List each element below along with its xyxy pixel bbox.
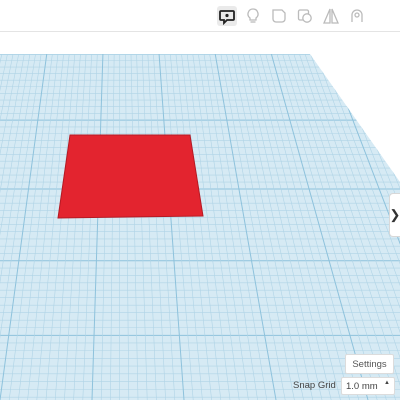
settings-button[interactable]: Settings [345,354,394,374]
snap-grid-label: Snap Grid [293,380,336,391]
note-shape-icon [272,9,286,23]
snap-grid-control: Snap Grid 1.0 mm ▲ [291,377,400,397]
group-shapes-tool-button[interactable] [295,6,315,26]
group-shapes-icon [297,9,312,23]
light-bulb-icon [247,8,259,23]
toolbar [0,0,400,32]
snap-grid-value: 1.0 mm [346,381,378,392]
hole-shape-icon [351,9,363,22]
comment-note-icon [219,10,235,25]
note-shape-tool-button[interactable] [269,6,289,26]
align-tool-button[interactable] [321,6,341,26]
mirror-tool-button[interactable] [347,6,367,26]
workplane-canvas[interactable] [0,32,400,400]
chevron-right-icon: ❯ [389,207,400,222]
box-shape[interactable] [57,134,204,219]
mirror-icon [323,8,339,24]
comment-note-tool-button[interactable] [217,6,237,26]
light-bulb-tool-button[interactable] [243,6,263,26]
caret-up-icon: ▲ [384,380,390,386]
expand-panel-handle[interactable]: ❯ [389,193,400,237]
snap-grid-select[interactable]: 1.0 mm ▲ [341,377,395,395]
